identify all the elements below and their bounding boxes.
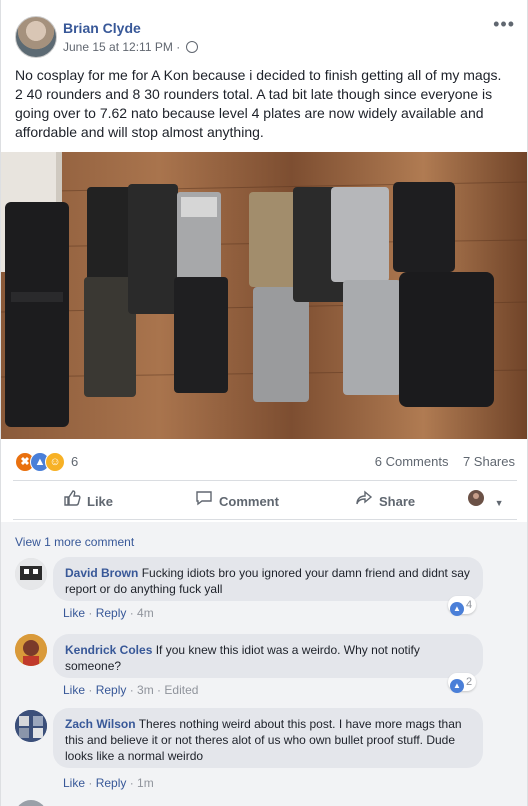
post-stats: 6 Comments 7 Shares xyxy=(375,454,515,469)
like-button[interactable]: Like xyxy=(63,488,113,516)
chevron-down-icon: ▼ xyxy=(494,498,504,508)
comment-time[interactable]: 4m xyxy=(137,606,154,620)
commenter-avatar[interactable] xyxy=(15,558,47,590)
reactions-bar: ✖ ▲ ☺ 6 6 Comments 7 Shares xyxy=(15,452,515,472)
share-button[interactable]: Share xyxy=(355,488,415,516)
magazines-photo xyxy=(1,152,527,439)
comment-reactions[interactable]: ▲ 2 xyxy=(448,673,477,693)
post-header: Brian Clyde June 15 at 12:11 PM · ••• xyxy=(15,14,515,60)
comment-bubble: David Brown Fucking idiots bro you ignor… xyxy=(53,557,483,601)
comment-time[interactable]: 3m xyxy=(137,683,154,697)
reaction-count[interactable]: 6 xyxy=(71,454,78,469)
shares-count[interactable]: 7 Shares xyxy=(463,454,515,469)
comment-actions: Like · Reply · 1m xyxy=(63,776,154,790)
comment-like-link[interactable]: Like xyxy=(63,776,85,790)
comment-actions: Like · Reply · 4m xyxy=(63,606,154,620)
comment-edited-label[interactable]: Edited xyxy=(164,683,198,697)
commenter-avatar[interactable] xyxy=(15,800,47,806)
post-actions: Like Comment Share ▼ xyxy=(13,488,517,516)
post-text: No cosplay for me for A Kon because i de… xyxy=(15,67,502,140)
comment-author[interactable]: David Brown xyxy=(65,566,138,580)
commenter-avatar[interactable] xyxy=(15,710,47,742)
comment-bubble: Zach Wilson Theres nothing weird about t… xyxy=(53,708,483,768)
comments-count[interactable]: 6 Comments xyxy=(375,454,449,469)
divider xyxy=(13,480,517,481)
comment-like-link[interactable]: Like xyxy=(63,683,85,697)
comment-actions: Like · Reply · 3m · Edited xyxy=(63,683,199,697)
globe-icon xyxy=(185,41,198,53)
comment-like-link[interactable]: Like xyxy=(63,606,85,620)
comment-reactions[interactable]: ▲ 4 xyxy=(448,596,477,616)
post-meta: June 15 at 12:11 PM · xyxy=(63,40,198,54)
thumbs-up-icon xyxy=(63,489,81,517)
like-reaction-icon: ▲ xyxy=(450,679,464,693)
like-reaction-icon: ▲ xyxy=(450,602,464,616)
comment-reply-link[interactable]: Reply xyxy=(96,776,127,790)
reaction-selector[interactable]: ▼ xyxy=(467,488,504,516)
view-more-comments-link[interactable]: View 1 more comment xyxy=(15,535,134,549)
comment-time[interactable]: 1m xyxy=(137,776,154,790)
divider xyxy=(13,519,517,520)
comment-reply-link[interactable]: Reply xyxy=(96,606,127,620)
post-photo[interactable] xyxy=(1,152,527,439)
comment-button[interactable]: Comment xyxy=(195,488,279,516)
post-author[interactable]: Brian Clyde xyxy=(63,20,141,36)
more-options-icon[interactable]: ••• xyxy=(493,14,515,35)
comment-author[interactable]: Zach Wilson xyxy=(65,717,136,731)
comment-author[interactable]: Kendrick Coles xyxy=(65,643,152,657)
author-avatar[interactable] xyxy=(15,16,57,58)
comment-reply-link[interactable]: Reply xyxy=(96,683,127,697)
haha-reaction-icon[interactable]: ☺ xyxy=(45,452,65,472)
comment-icon xyxy=(195,489,213,517)
share-icon xyxy=(355,489,373,517)
facebook-post: Brian Clyde June 15 at 12:11 PM · ••• No… xyxy=(0,0,528,806)
comments-section: View 1 more comment David Brown Fucking … xyxy=(1,522,527,806)
profile-thumbnail-icon xyxy=(467,489,485,517)
commenter-avatar[interactable] xyxy=(15,634,47,666)
comment-bubble: Kendrick Coles If you knew this idiot wa… xyxy=(53,634,483,678)
post-timestamp[interactable]: June 15 at 12:11 PM xyxy=(63,40,173,54)
